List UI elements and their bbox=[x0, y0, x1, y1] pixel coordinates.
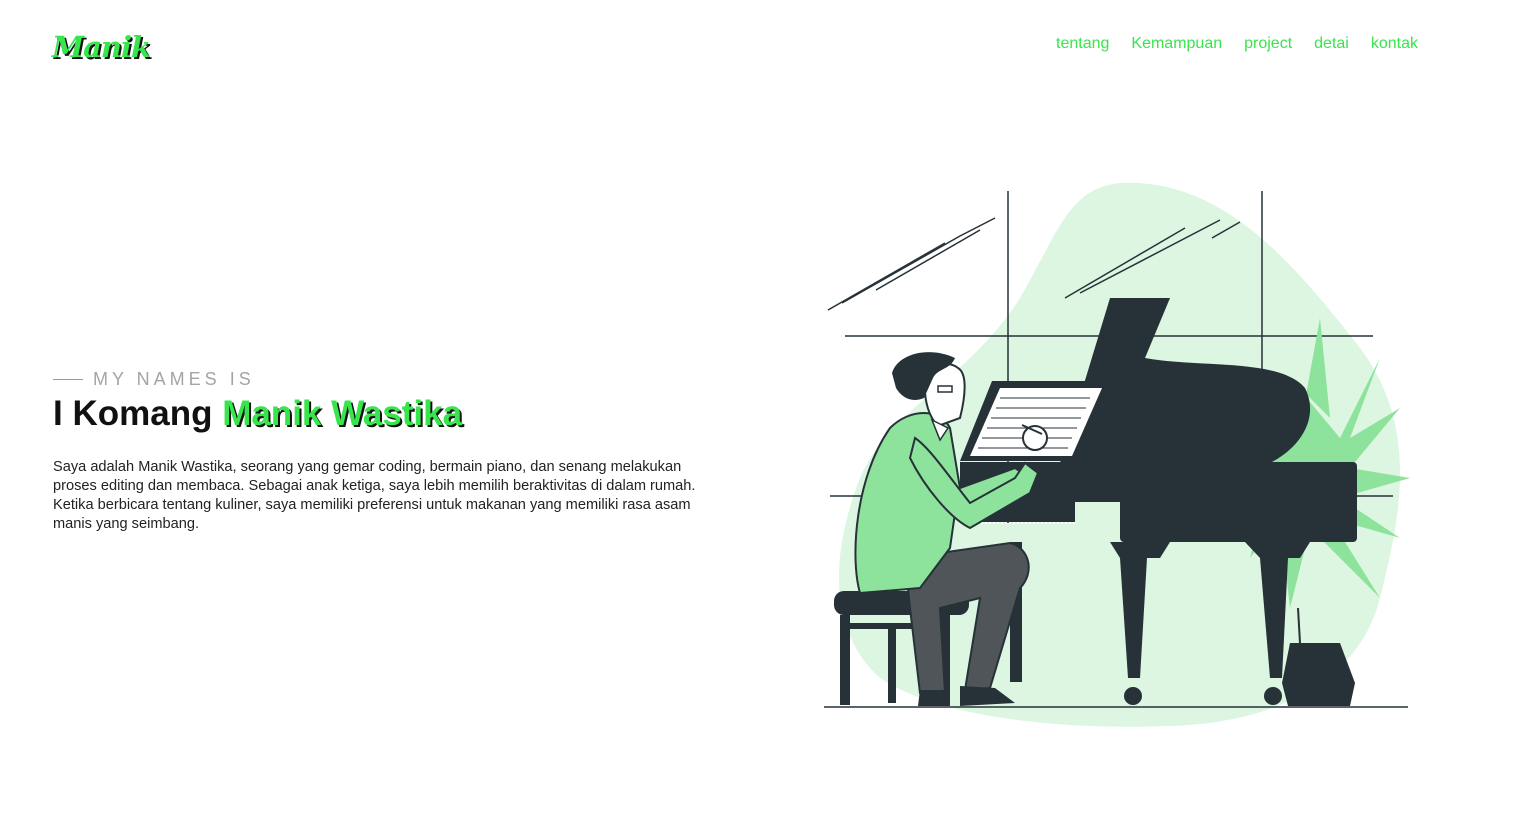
eyebrow-line bbox=[53, 379, 83, 380]
logo[interactable]: Manik bbox=[52, 30, 151, 64]
nav-link-project[interactable]: project bbox=[1244, 35, 1292, 53]
main-nav: tentang Kemampuan project detai kontak bbox=[1056, 35, 1418, 53]
hero-bio: Saya adalah Manik Wastika, seorang yang … bbox=[53, 459, 696, 532]
hero-eyebrow: MY NAMES IS bbox=[53, 369, 255, 390]
hero-title-prefix: I Komang bbox=[53, 394, 223, 433]
nav-link-kontak[interactable]: kontak bbox=[1371, 35, 1418, 53]
person-hand bbox=[1022, 425, 1048, 451]
man-playing-piano-illustration bbox=[824, 182, 1410, 727]
nav-link-kemampuan[interactable]: Kemampuan bbox=[1131, 35, 1222, 53]
page: Manik tentang Kemampuan project detai ko… bbox=[0, 0, 1524, 821]
hero-title: I Komang Manik Wastika bbox=[53, 394, 462, 434]
nav-link-tentang[interactable]: tentang bbox=[1056, 35, 1109, 53]
eyebrow-text: MY NAMES IS bbox=[93, 369, 255, 389]
nav-link-detai[interactable]: detai bbox=[1314, 35, 1349, 53]
piano-body bbox=[1120, 462, 1357, 542]
hero-title-accent: Manik Wastika bbox=[222, 394, 463, 433]
